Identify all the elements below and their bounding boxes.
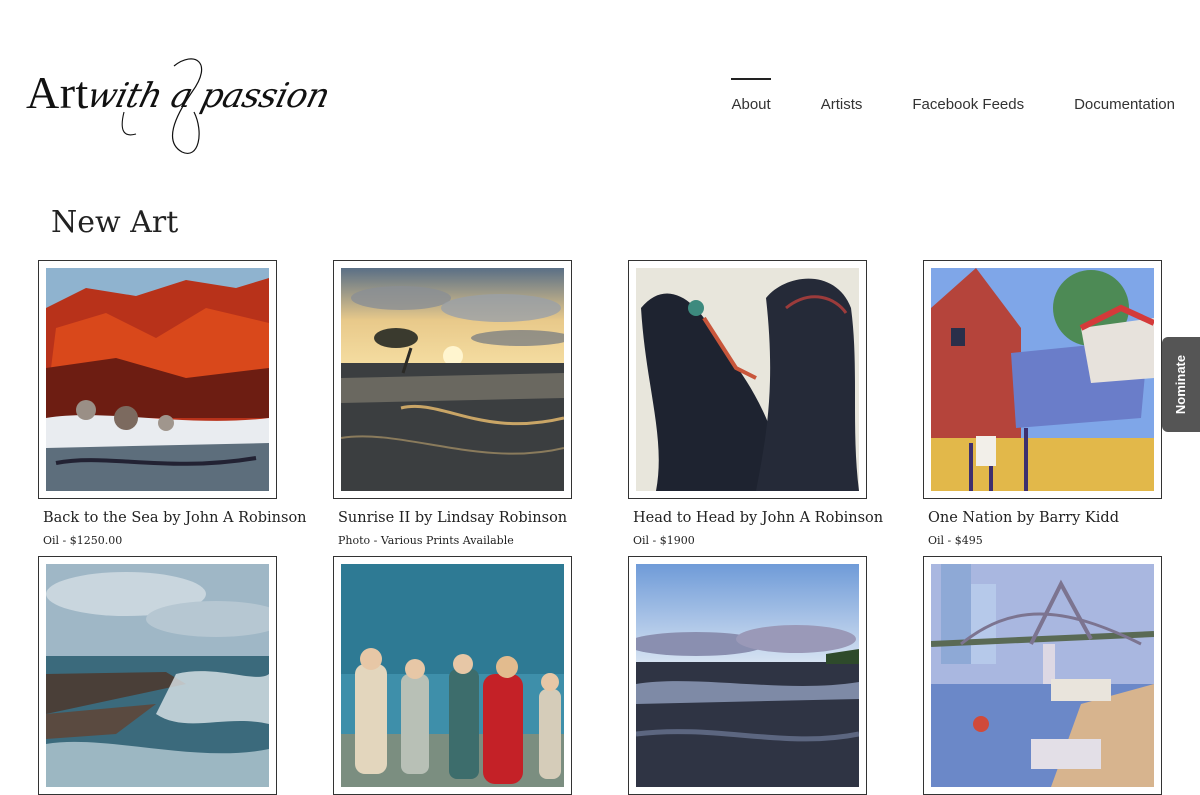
- nominate-tab[interactable]: Nominate: [1162, 337, 1200, 432]
- artwork-frame[interactable]: [38, 260, 277, 499]
- logo-flourish-icon: [121, 58, 203, 154]
- artwork-image-tidal-flats[interactable]: [636, 564, 859, 787]
- nav-facebook-feeds[interactable]: Facebook Feeds: [912, 96, 1024, 113]
- artwork-card[interactable]: [923, 556, 1162, 795]
- artwork-card[interactable]: One Nation by Barry Kidd Oil - $495: [923, 260, 1162, 547]
- artwork-card[interactable]: [628, 556, 867, 795]
- artwork-title[interactable]: Head to Head by John A Robinson: [633, 510, 883, 526]
- artwork-frame[interactable]: [923, 260, 1162, 499]
- main-nav: About Artists Facebook Feeds Documentati…: [681, 78, 1175, 113]
- artwork-frame[interactable]: [628, 556, 867, 795]
- artwork-image-river-bridge[interactable]: [931, 564, 1154, 787]
- artwork-image-children-beach[interactable]: [341, 564, 564, 787]
- artwork-card[interactable]: [38, 556, 277, 795]
- nav-about[interactable]: About: [731, 78, 771, 113]
- nav-documentation[interactable]: Documentation: [1074, 96, 1175, 113]
- artwork-image-sunrise-ii[interactable]: [341, 268, 564, 491]
- artwork-image-head-to-head[interactable]: [636, 268, 859, 491]
- artwork-detail: Photo - Various Prints Available: [338, 534, 514, 547]
- page-title: New Art: [51, 205, 179, 240]
- artwork-image-back-to-the-sea[interactable]: [46, 268, 269, 491]
- artwork-card[interactable]: Sunrise II by Lindsay Robinson Photo - V…: [333, 260, 572, 547]
- site-logo[interactable]: Art with a passion: [24, 52, 344, 162]
- artwork-frame[interactable]: [333, 260, 572, 499]
- artwork-frame[interactable]: [38, 556, 277, 795]
- artwork-detail: Oil - $1250.00: [43, 534, 123, 547]
- artwork-frame[interactable]: [628, 260, 867, 499]
- artwork-card[interactable]: Back to the Sea by John A Robinson Oil -…: [38, 260, 307, 547]
- artwork-title[interactable]: One Nation by Barry Kidd: [928, 510, 1162, 526]
- artwork-image-seascape[interactable]: [46, 564, 269, 787]
- artwork-detail: Oil - $1900: [633, 534, 695, 547]
- artwork-frame[interactable]: [333, 556, 572, 795]
- artwork-image-one-nation[interactable]: [931, 268, 1154, 491]
- artwork-detail: Oil - $495: [928, 534, 983, 547]
- artwork-title[interactable]: Back to the Sea by John A Robinson: [43, 510, 307, 526]
- artwork-card[interactable]: Head to Head by John A Robinson Oil - $1…: [628, 260, 883, 547]
- artwork-title[interactable]: Sunrise II by Lindsay Robinson: [338, 510, 572, 526]
- nav-artists[interactable]: Artists: [821, 96, 863, 113]
- artwork-card[interactable]: [333, 556, 572, 795]
- artwork-frame[interactable]: [923, 556, 1162, 795]
- nominate-label: Nominate: [1173, 354, 1189, 415]
